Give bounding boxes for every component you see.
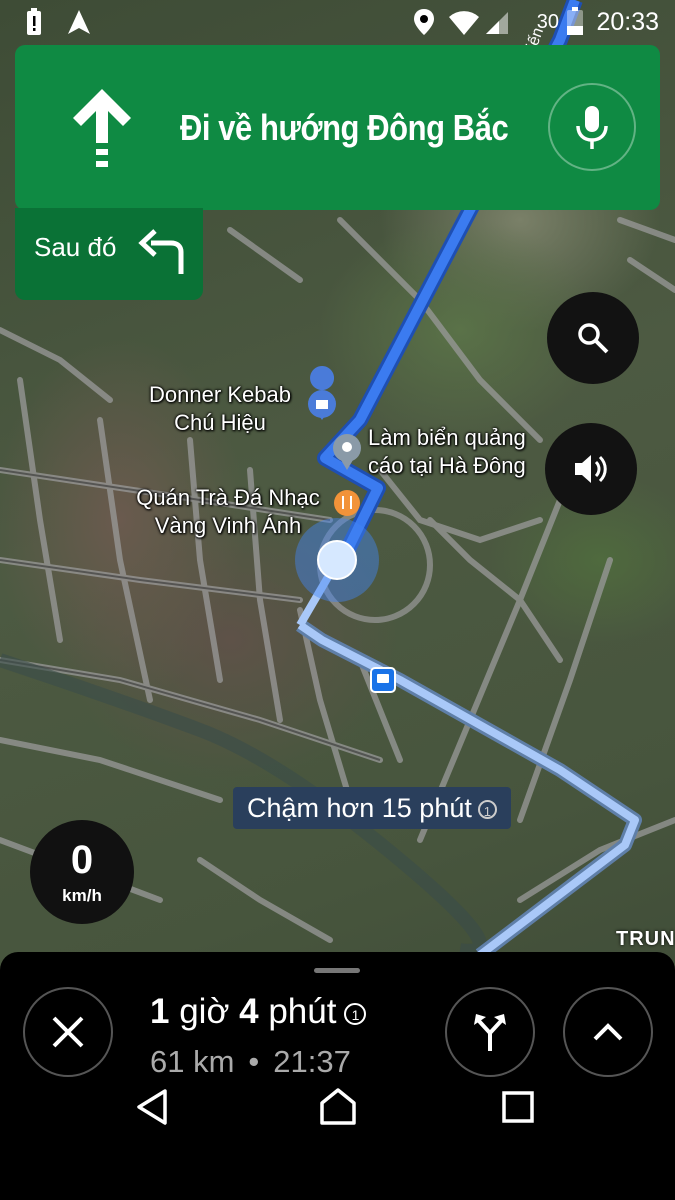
location-pin-icon — [414, 9, 434, 35]
duration-hours: 1 — [150, 992, 170, 1031]
sheet-drag-handle[interactable] — [314, 968, 360, 973]
next-turn-card[interactable]: Sau đó — [15, 208, 203, 300]
recents-square-icon[interactable] — [502, 1091, 534, 1123]
place-label-donner-kebab[interactable]: Donner Kebab Chú Hiệu — [140, 381, 300, 437]
trip-distance: 61 km — [150, 1044, 235, 1079]
alternate-route-callout[interactable]: Chậm hơn 15 phút 1 — [233, 787, 511, 829]
separator-dot: • — [248, 1044, 260, 1079]
battery-icon — [567, 7, 583, 35]
place-name: Donner Kebab Chú Hiệu — [149, 382, 291, 435]
speed-value: 0 — [70, 838, 94, 882]
place-name: Làm biển quảng cáo tại Hà Đông — [368, 425, 526, 478]
instruction-text: Đi về hướng Đông Bắc — [180, 107, 509, 148]
turn-left-icon — [138, 229, 184, 274]
road-label: TRUN — [616, 928, 675, 950]
wifi-icon — [449, 11, 479, 35]
place-label-bien-quang-cao[interactable]: Làm biển quảng cáo tại Hà Đông — [368, 424, 568, 480]
trip-details: 61 km • 21:37 — [150, 1044, 351, 1080]
expand-sheet-button[interactable] — [563, 987, 653, 1077]
trip-summary-sheet[interactable]: 1 giờ 4 phút 1 61 km • 21:37 — [0, 952, 675, 1200]
alternate-route-label: Chậm hơn 15 phút — [247, 793, 472, 823]
home-icon[interactable] — [318, 1086, 358, 1126]
straight-arrow-icon — [73, 89, 131, 167]
microphone-icon — [576, 106, 608, 149]
navigation-instruction-card[interactable]: Đi về hướng Đông Bắc — [15, 45, 660, 210]
restaurant-pin-icon[interactable] — [334, 490, 360, 516]
then-label: Sau đó — [34, 232, 117, 262]
back-triangle-icon[interactable] — [134, 1087, 170, 1127]
info-icon[interactable]: 1 — [344, 1002, 367, 1025]
signal-icon — [486, 12, 508, 34]
info-icon: 1 — [477, 800, 497, 820]
navigation-arrow-icon — [68, 10, 90, 34]
arrival-time: 21:37 — [273, 1044, 351, 1079]
minutes-word: phút — [268, 992, 337, 1031]
place-name: Quán Trà Đá Nhạc Vàng Vinh Ánh — [136, 485, 320, 538]
trip-duration: 1 giờ 4 phút 1 — [150, 992, 367, 1032]
status-time: 20:33 — [596, 8, 659, 36]
speaker-icon — [575, 455, 607, 483]
alternate-routes-icon — [474, 1014, 506, 1051]
status-bar: 30 20:33 — [0, 0, 675, 44]
place-label-quan-tra-da[interactable]: Quán Trà Đá Nhạc Vàng Vinh Ánh — [122, 484, 334, 540]
exit-navigation-button[interactable] — [23, 987, 113, 1077]
current-location-dot — [317, 540, 357, 580]
hours-word: giờ — [179, 992, 230, 1031]
speedometer: 0 km/h — [30, 820, 134, 924]
search-button[interactable] — [547, 292, 639, 384]
duration-minutes: 4 — [239, 992, 259, 1031]
voice-search-button[interactable] — [548, 83, 636, 171]
alternate-routes-button[interactable] — [445, 987, 535, 1077]
battery-percent: 30 — [536, 11, 559, 33]
search-icon — [578, 323, 609, 354]
speed-unit: km/h — [62, 886, 102, 905]
sound-button[interactable] — [545, 423, 637, 515]
close-icon — [52, 1016, 84, 1048]
battery-alert-icon — [27, 8, 41, 35]
shopping-bag-pin-icon[interactable] — [308, 366, 336, 420]
chevron-up-icon — [593, 1023, 623, 1041]
